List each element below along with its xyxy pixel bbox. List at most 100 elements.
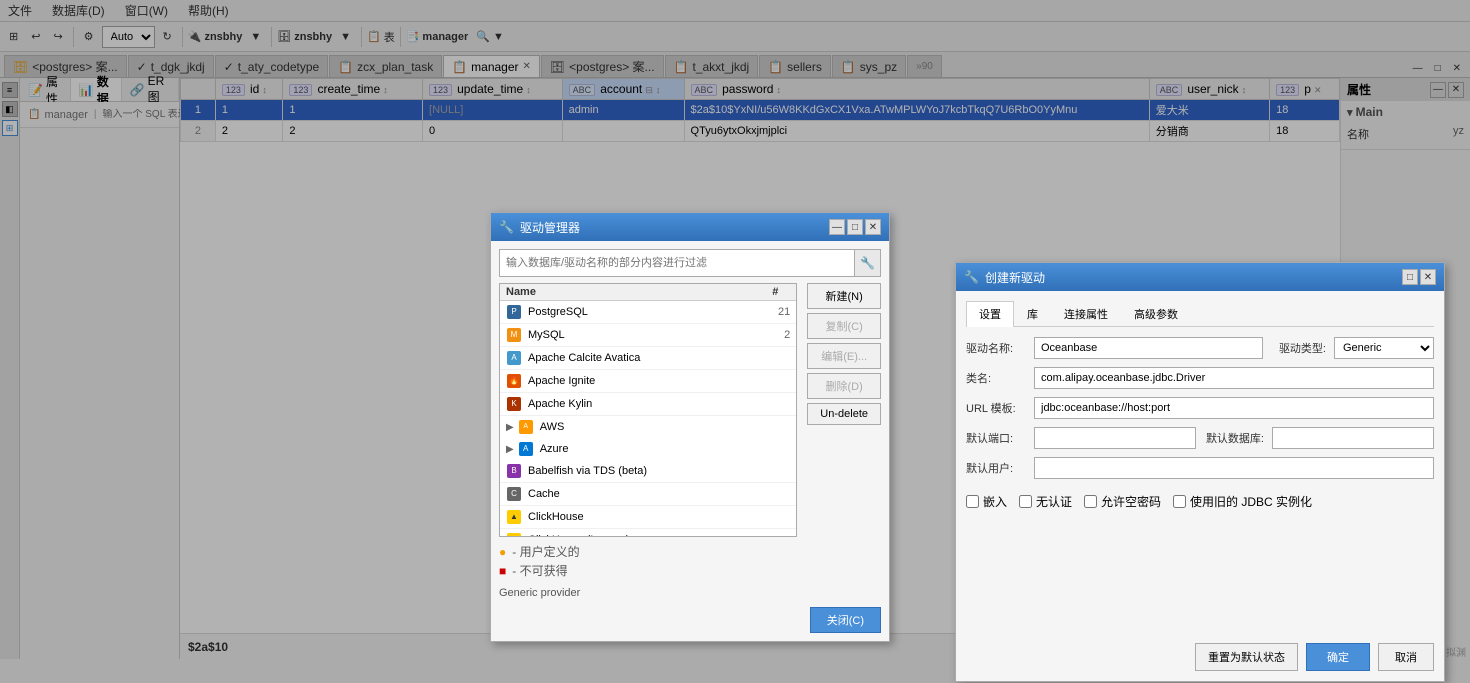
- driver-manager-title: 驱动管理器: [520, 219, 580, 236]
- app-container: 文件 数据库(D) 窗口(W) 帮助(H) ⊞ ↩ ↪ ⚙ Auto ↻ 🔌 z…: [0, 0, 1470, 683]
- driver-delete-btn[interactable]: 删除(D): [807, 373, 881, 399]
- driver-manager-close-btn[interactable]: ✕: [865, 219, 881, 235]
- aws-icon: A: [518, 419, 534, 435]
- form-row-user: 默认用户:: [966, 457, 1434, 479]
- form-row-class-name: 类名:: [966, 367, 1434, 389]
- driver-group-aws[interactable]: ▶ A AWS: [500, 416, 796, 438]
- modal-overlay: 🔧 驱动管理器 — □ ✕ 🔧: [0, 0, 1470, 683]
- driver-manager-content: 🔧 Name # P PostgreSQL 21: [491, 241, 889, 641]
- create-tab-advanced[interactable]: 高级参数: [1121, 301, 1191, 326]
- reset-btn[interactable]: 重置为默认状态: [1195, 643, 1298, 671]
- driver-close-btn[interactable]: 关闭(C): [810, 607, 881, 633]
- form-row-url-template: URL 模板:: [966, 397, 1434, 419]
- checkbox-embedded[interactable]: 嵌入: [966, 493, 1007, 510]
- driver-type-label: 驱动类型:: [1271, 340, 1326, 356]
- create-driver-title-btns: □ ✕: [1402, 269, 1436, 285]
- driver-name-clickhouse-legacy: ClickHouse (Legacy): [528, 534, 790, 537]
- legend-user-dot: ●: [499, 545, 506, 559]
- checkbox-row: 嵌入 无认证 允许空密码 使用旧的 JDBC 实例化: [966, 493, 1434, 510]
- embedded-checkbox[interactable]: [966, 495, 979, 508]
- col-name-header: Name: [506, 286, 760, 298]
- driver-search-bar: 🔧: [499, 249, 881, 277]
- driver-name-ignite: Apache Ignite: [528, 375, 790, 387]
- ch-icon: ▲: [506, 509, 522, 525]
- driver-manager-title-btns: — □ ✕: [829, 219, 881, 235]
- driver-legend: ● - 用户定义的 ■ - 不可获得: [499, 543, 881, 579]
- form-row-driver-name: 驱动名称: 驱动类型: Generic: [966, 337, 1434, 359]
- default-db-input[interactable]: [1272, 427, 1434, 449]
- create-driver-content: 设置 库 连接属性 高级参数 驱动名称: 驱动类型: Generic 类名:: [956, 291, 1444, 681]
- ch-legacy-icon: ▲: [506, 532, 522, 537]
- driver-name-calcite: Apache Calcite Avatica: [528, 352, 760, 364]
- url-template-input[interactable]: [1034, 397, 1434, 419]
- create-driver-dialog: 🔧 创建新驱动 □ ✕ 设置 库 连接属性 高级参数 驱动名称:: [955, 262, 1445, 682]
- create-driver-icon: 🔧: [964, 270, 979, 284]
- azure-arrow-icon: ▶: [506, 444, 514, 455]
- create-driver-tabs: 设置 库 连接属性 高级参数: [966, 301, 1434, 327]
- driver-manager-titlebar: 🔧 驱动管理器 — □ ✕: [491, 213, 889, 241]
- driver-search-icon[interactable]: 🔧: [854, 250, 880, 276]
- create-tab-library[interactable]: 库: [1014, 301, 1051, 326]
- driver-name-postgresql: PostgreSQL: [528, 306, 760, 318]
- driver-edit-btn[interactable]: 编辑(E)...: [807, 343, 881, 369]
- legend-user-label: - 用户定义的: [512, 543, 579, 560]
- class-name-input[interactable]: [1034, 367, 1434, 389]
- legacy-jdbc-checkbox[interactable]: [1173, 495, 1186, 508]
- driver-list-header: Name #: [500, 284, 796, 301]
- driver-copy-btn[interactable]: 复制(C): [807, 313, 881, 339]
- driver-manager-maximize-btn[interactable]: □: [847, 219, 863, 235]
- ignite-icon: 🔥: [506, 373, 522, 389]
- driver-item-calcite[interactable]: A Apache Calcite Avatica: [500, 347, 796, 370]
- driver-manager-dialog: 🔧 驱动管理器 — □ ✕ 🔧: [490, 212, 890, 642]
- create-driver-maximize-btn[interactable]: □: [1402, 269, 1418, 285]
- form-row-port-db: 默认端口: 默认数据库:: [966, 427, 1434, 449]
- driver-item-babelfish[interactable]: B Babelfish via TDS (beta): [500, 460, 796, 483]
- empty-pwd-checkbox[interactable]: [1084, 495, 1097, 508]
- driver-item-cache[interactable]: C Cache: [500, 483, 796, 506]
- driver-list-container: Name # P PostgreSQL 21 M MySQL: [499, 283, 881, 537]
- pg-icon: P: [506, 304, 522, 320]
- driver-type-select[interactable]: Generic: [1334, 337, 1434, 359]
- driver-item-postgresql[interactable]: P PostgreSQL 21: [500, 301, 796, 324]
- kylin-icon: K: [506, 396, 522, 412]
- empty-pwd-label: 允许空密码: [1101, 493, 1161, 510]
- driver-name-aws: AWS: [540, 421, 791, 433]
- driver-item-clickhouse[interactable]: ▲ ClickHouse: [500, 506, 796, 529]
- driver-name-input[interactable]: [1034, 337, 1263, 359]
- driver-new-btn[interactable]: 新建(N): [807, 283, 881, 309]
- driver-name-cache: Cache: [528, 488, 790, 500]
- checkbox-empty-pwd[interactable]: 允许空密码: [1084, 493, 1161, 510]
- create-tab-settings[interactable]: 设置: [966, 301, 1014, 327]
- create-driver-close-btn[interactable]: ✕: [1420, 269, 1436, 285]
- create-driver-title-left: 🔧 创建新驱动: [964, 269, 1045, 286]
- babel-icon: B: [506, 463, 522, 479]
- class-name-label: 类名:: [966, 370, 1026, 386]
- create-tab-conn-props[interactable]: 连接属性: [1051, 301, 1121, 326]
- driver-item-kylin[interactable]: K Apache Kylin: [500, 393, 796, 416]
- driver-group-azure[interactable]: ▶ A Azure: [500, 438, 796, 460]
- driver-action-buttons: 新建(N) 复制(C) 编辑(E)... 删除(D) Un-delete: [803, 283, 881, 537]
- driver-count-postgresql: 21: [760, 306, 790, 318]
- driver-item-mysql[interactable]: M MySQL 2: [500, 324, 796, 347]
- cancel-btn[interactable]: 取消: [1378, 643, 1434, 671]
- checkbox-no-auth[interactable]: 无认证: [1019, 493, 1072, 510]
- default-port-input[interactable]: [1034, 427, 1196, 449]
- create-driver-titlebar: 🔧 创建新驱动 □ ✕: [956, 263, 1444, 291]
- driver-item-ignite[interactable]: 🔥 Apache Ignite: [500, 370, 796, 393]
- driver-search-input[interactable]: [500, 254, 854, 272]
- driver-item-clickhouse-legacy[interactable]: ▲ ClickHouse (Legacy): [500, 529, 796, 537]
- checkbox-legacy-jdbc[interactable]: 使用旧的 JDBC 实例化: [1173, 493, 1312, 510]
- driver-manager-minimize-btn[interactable]: —: [829, 219, 845, 235]
- driver-name-label: 驱动名称:: [966, 340, 1026, 356]
- create-driver-footer: 重置为默认状态 确定 取消: [966, 633, 1434, 671]
- default-user-input[interactable]: [1034, 457, 1434, 479]
- legend-unavail-dot: ■: [499, 564, 506, 578]
- driver-undelete-btn[interactable]: Un-delete: [807, 403, 881, 425]
- driver-name-kylin: Apache Kylin: [528, 398, 790, 410]
- legacy-jdbc-label: 使用旧的 JDBC 实例化: [1190, 493, 1312, 510]
- driver-name-azure: Azure: [540, 443, 791, 455]
- no-auth-checkbox[interactable]: [1019, 495, 1032, 508]
- cache-icon: C: [506, 486, 522, 502]
- ok-btn[interactable]: 确定: [1306, 643, 1370, 671]
- azure-icon: A: [518, 441, 534, 457]
